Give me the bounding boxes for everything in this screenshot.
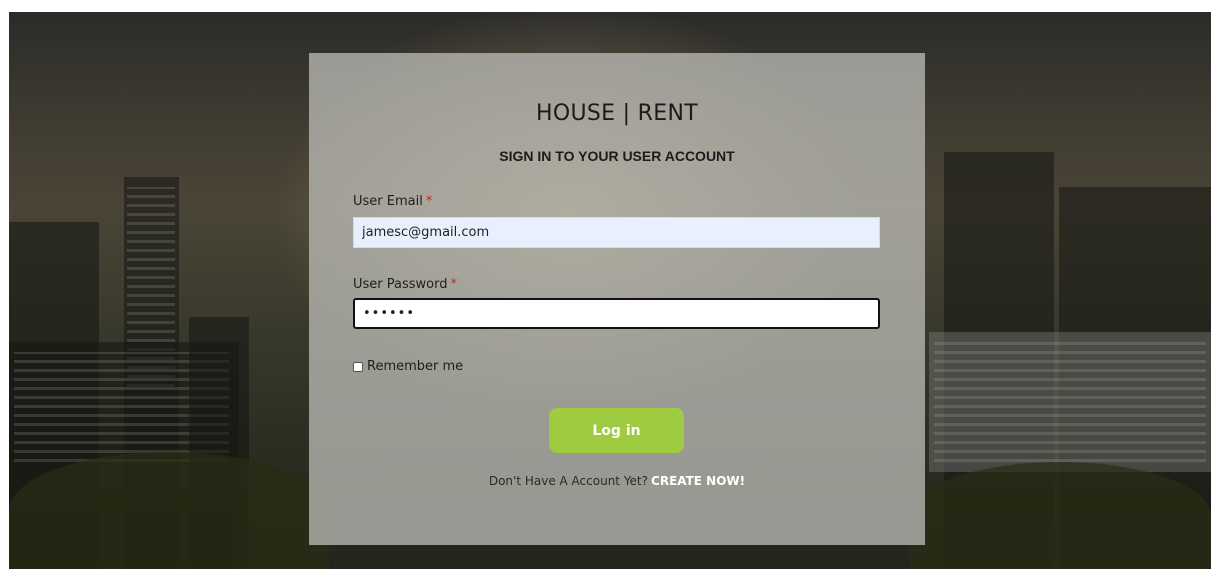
remember-me-label: Remember me [367, 359, 464, 374]
signup-prompt-text: Don't Have A Account Yet? [488, 474, 649, 488]
tree-line [9, 452, 329, 569]
building-windows [934, 342, 1206, 462]
page-subtitle: SIGN IN TO YOUR USER ACCOUNT [499, 148, 735, 164]
create-account-link[interactable]: CREATE NOW! [651, 474, 745, 488]
email-field[interactable] [353, 217, 880, 248]
login-card: HOUSE | RENT SIGN IN TO YOUR USER ACCOUN… [309, 53, 925, 545]
site-title: HOUSE | RENT [536, 101, 698, 126]
signup-prompt: Don't Have A Account Yet? CREATE NOW! [309, 474, 925, 488]
remember-me-checkbox[interactable] [353, 361, 363, 372]
login-button[interactable]: Log in [549, 408, 684, 453]
required-asterisk: * [450, 277, 458, 292]
email-label: User Email * [353, 194, 432, 209]
password-label-text: User Password [353, 277, 448, 292]
password-label: User Password * [353, 277, 457, 292]
password-field[interactable] [353, 298, 880, 329]
remember-me-option[interactable]: Remember me [353, 359, 463, 374]
required-asterisk: * [425, 194, 433, 209]
tree-line [909, 462, 1211, 569]
email-label-text: User Email [353, 194, 423, 209]
